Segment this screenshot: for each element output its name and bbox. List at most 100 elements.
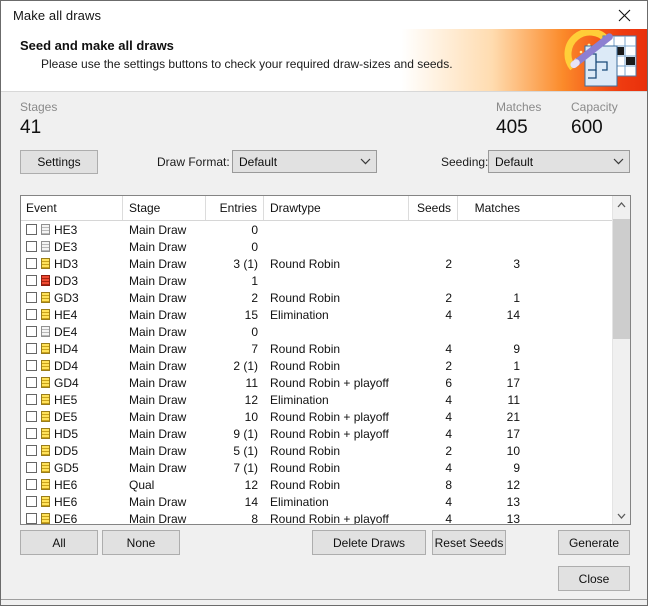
stage-cell: Main Draw (129, 494, 187, 509)
select-all-button[interactable]: All (20, 530, 98, 555)
drawtype-cell: Round Robin + playoff (270, 511, 389, 525)
column-header-matches[interactable]: Matches (458, 196, 526, 220)
table-row[interactable]: DE6 Main Draw 8 Round Robin + playoff 4 13 (21, 510, 630, 524)
column-header-stage[interactable]: Stage (123, 196, 206, 220)
stage-cell: Main Draw (129, 375, 187, 390)
vertical-scrollbar[interactable] (612, 196, 630, 524)
draw-icon-yellow-icon (41, 360, 50, 371)
event-cell: DD5 (21, 444, 123, 458)
row-checkbox[interactable] (26, 241, 37, 252)
table-row[interactable]: GD3 Main Draw 2 Round Robin 2 1 (21, 289, 630, 306)
row-checkbox[interactable] (26, 275, 37, 286)
entries-cell: 2 (1) (233, 358, 258, 373)
event-cell: DE4 (21, 325, 123, 339)
row-checkbox[interactable] (26, 479, 37, 490)
table-row[interactable]: GD5 Main Draw 7 (1) Round Robin 4 9 (21, 459, 630, 476)
column-header-drawtype[interactable]: Drawtype (264, 196, 409, 220)
draw-icon-yellow-icon (41, 462, 50, 473)
stage-cell: Main Draw (129, 222, 187, 237)
row-checkbox[interactable] (26, 445, 37, 456)
table-header-row: Event Stage Entries Drawtype Seeds Match… (21, 196, 630, 221)
row-checkbox[interactable] (26, 377, 37, 388)
stage-cell: Main Draw (129, 256, 187, 271)
seeds-cell: 2 (445, 256, 452, 271)
seeds-cell: 8 (445, 477, 452, 492)
table-row[interactable]: HD3 Main Draw 3 (1) Round Robin 2 3 (21, 255, 630, 272)
matches-cell: 10 (506, 443, 520, 458)
row-checkbox[interactable] (26, 496, 37, 507)
column-header-seeds[interactable]: Seeds (409, 196, 458, 220)
row-checkbox[interactable] (26, 411, 37, 422)
summary-stats: Stages 41 Matches 405 Capacity 600 (1, 92, 647, 146)
scroll-down-button[interactable] (613, 507, 630, 524)
event-cell: HE3 (21, 223, 123, 237)
table-row[interactable]: HE6 Main Draw 14 Elimination 4 13 (21, 493, 630, 510)
chevron-down-icon (607, 158, 629, 165)
stage-cell: Main Draw (129, 358, 187, 373)
stage-cell: Main Draw (129, 341, 187, 356)
draw-format-select[interactable]: Default (232, 150, 377, 173)
table-row[interactable]: DD5 Main Draw 5 (1) Round Robin 2 10 (21, 442, 630, 459)
row-checkbox[interactable] (26, 326, 37, 337)
row-checkbox[interactable] (26, 428, 37, 439)
drawtype-cell: Round Robin (270, 443, 341, 458)
matches-cell: 9 (513, 460, 520, 475)
row-checkbox[interactable] (26, 309, 37, 320)
row-checkbox[interactable] (26, 343, 37, 354)
table-row[interactable]: DE4 Main Draw 0 (21, 323, 630, 340)
row-checkbox[interactable] (26, 258, 37, 269)
draw-icon-yellow-icon (41, 292, 50, 303)
seeds-cell: 2 (445, 290, 452, 305)
row-checkbox[interactable] (26, 513, 37, 524)
draw-wand-icon (563, 29, 641, 90)
table-row[interactable]: HE3 Main Draw 0 (21, 221, 630, 238)
row-checkbox[interactable] (26, 394, 37, 405)
draw-icon-yellow-icon (41, 496, 50, 507)
event-label: DD4 (54, 358, 79, 373)
entries-cell: 0 (251, 324, 258, 339)
entries-cell: 9 (1) (233, 426, 258, 441)
scrollbar-thumb[interactable] (613, 219, 630, 339)
matches-cell: 9 (513, 341, 520, 356)
event-cell: DD3 (21, 274, 123, 288)
close-button[interactable]: Close (558, 566, 630, 591)
drawtype-cell: Round Robin (270, 460, 341, 475)
table-row[interactable]: DE5 Main Draw 10 Round Robin + playoff 4 21 (21, 408, 630, 425)
table-row[interactable]: HE4 Main Draw 15 Elimination 4 14 (21, 306, 630, 323)
table-row[interactable]: DE3 Main Draw 0 (21, 238, 630, 255)
table-row[interactable]: HD4 Main Draw 7 Round Robin 4 9 (21, 340, 630, 357)
close-window-button[interactable] (601, 1, 647, 29)
table-row[interactable]: GD4 Main Draw 11 Round Robin + playoff 6 17 (21, 374, 630, 391)
status-bar (1, 599, 647, 605)
seeds-cell: 4 (445, 460, 452, 475)
title-bar: Make all draws (1, 1, 647, 29)
row-checkbox[interactable] (26, 360, 37, 371)
scroll-up-button[interactable] (613, 196, 630, 213)
seeding-select[interactable]: Default (488, 150, 630, 173)
draw-icon-gray-icon (41, 241, 50, 252)
reset-seeds-button[interactable]: Reset Seeds (432, 530, 506, 555)
column-header-event[interactable]: Event (21, 196, 123, 220)
entries-cell: 3 (1) (233, 256, 258, 271)
table-row[interactable]: HE5 Main Draw 12 Elimination 4 11 (21, 391, 630, 408)
draw-format-value: Default (239, 154, 278, 169)
stage-cell: Main Draw (129, 511, 187, 525)
table-row[interactable]: HD5 Main Draw 9 (1) Round Robin + playoff 4 1… (21, 425, 630, 442)
delete-draws-button[interactable]: Delete Draws (312, 530, 426, 555)
entries-cell: 7 (251, 341, 258, 356)
table-row[interactable]: HE6 Qual 12 Round Robin 8 12 (21, 476, 630, 493)
column-header-entries[interactable]: Entries (206, 196, 264, 220)
row-checkbox[interactable] (26, 292, 37, 303)
settings-button[interactable]: Settings (20, 150, 98, 174)
row-checkbox[interactable] (26, 224, 37, 235)
draw-icon-gray-icon (41, 224, 50, 235)
select-none-button[interactable]: None (102, 530, 180, 555)
generate-button[interactable]: Generate (558, 530, 630, 555)
table-row[interactable]: DD4 Main Draw 2 (1) Round Robin 2 1 (21, 357, 630, 374)
matches-cell: 21 (506, 409, 520, 424)
entries-cell: 15 (244, 307, 258, 322)
event-cell: HE4 (21, 308, 123, 322)
row-checkbox[interactable] (26, 462, 37, 473)
stat-stages-label: Stages (20, 100, 58, 114)
table-row[interactable]: DD3 Main Draw 1 (21, 272, 630, 289)
